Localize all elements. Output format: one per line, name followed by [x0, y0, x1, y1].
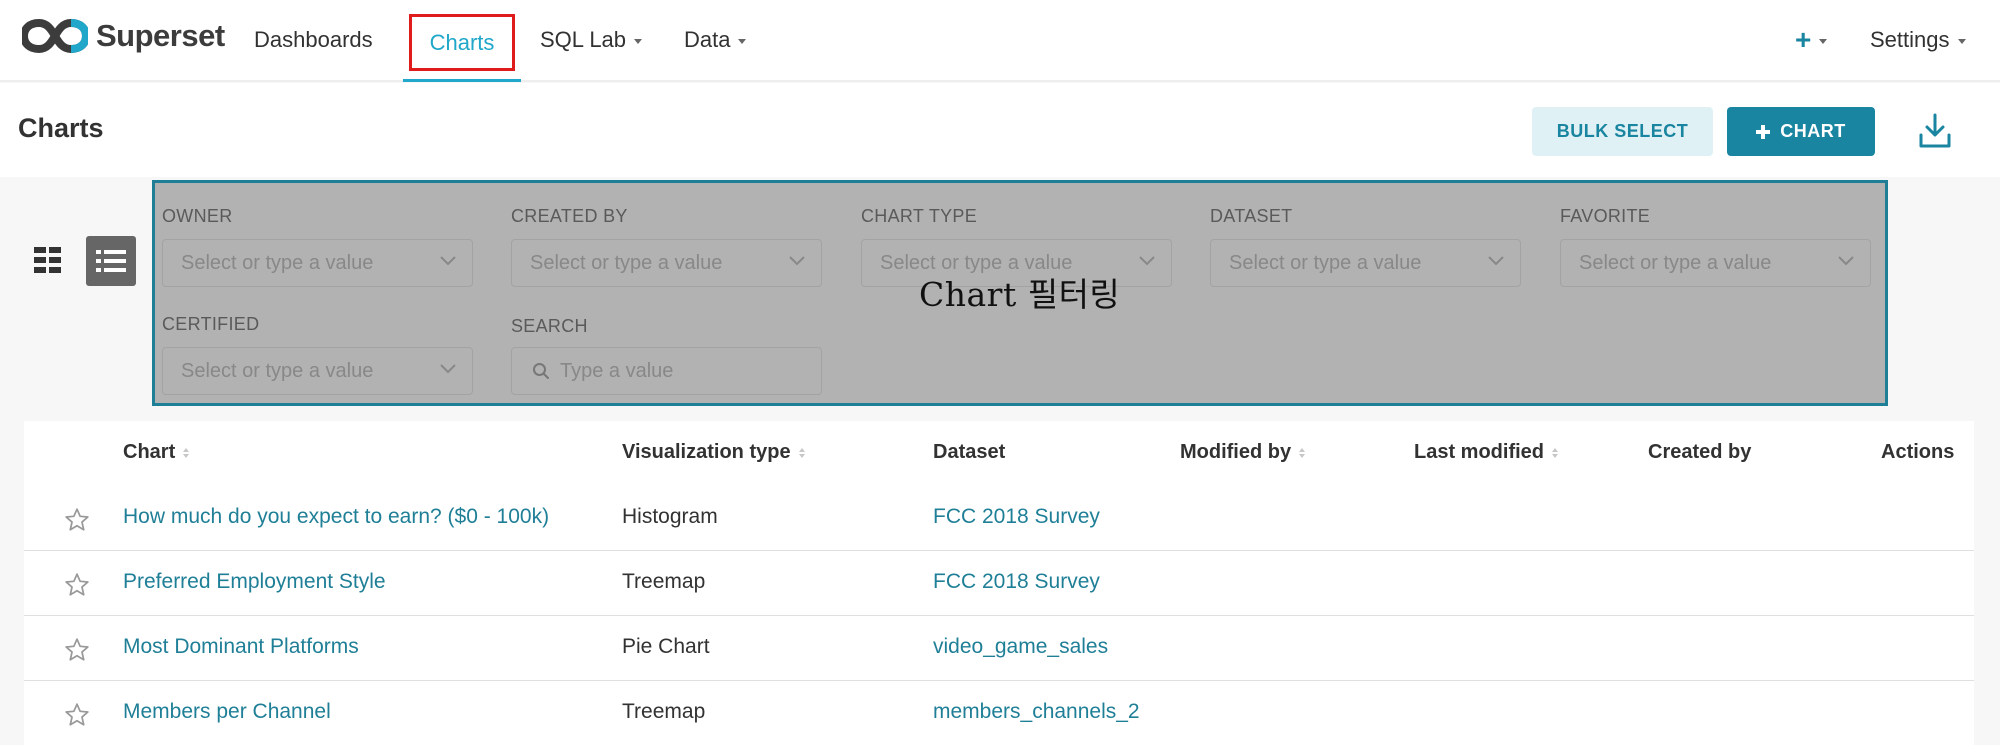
favorite-filter-label: FAVORITE [1560, 206, 1651, 226]
dataset-filter-placeholder: Select or type a value [1229, 251, 1422, 274]
list-view-toggle[interactable] [86, 236, 136, 286]
search-input-placeholder: Type a value [560, 359, 674, 382]
sort-icon [1552, 447, 1559, 458]
star-icon[interactable] [64, 572, 90, 598]
chart-name-link[interactable]: Most Dominant Platforms [123, 635, 359, 659]
search-icon [533, 363, 549, 379]
nav-charts[interactable]: Charts [403, 0, 521, 82]
table-row: How much do you expect to earn? ($0 - 10… [24, 486, 1974, 551]
table-row: Most Dominant Platforms Pie Chart video_… [24, 616, 1974, 681]
table-row: Preferred Employment Style Treemap FCC 2… [24, 551, 1974, 616]
nav-sql-lab-label: SQL Lab [540, 27, 627, 52]
nav-data[interactable]: Data [684, 27, 747, 53]
dataset-link[interactable]: video_game_sales [933, 635, 1108, 659]
new-menu-button[interactable]: + [1795, 24, 1828, 56]
column-header-actions-label: Actions [1881, 441, 1955, 463]
page-header: Charts BULK SELECT CHART [0, 83, 2000, 177]
dataset-link[interactable]: FCC 2018 Survey [933, 570, 1100, 594]
created-by-filter-select[interactable]: Select or type a value [511, 239, 822, 287]
chevron-down-icon [440, 256, 456, 266]
column-header-last-modified-label: Last modified [1414, 441, 1545, 463]
visualization-type: Pie Chart [622, 635, 710, 658]
sort-icon [1299, 447, 1306, 458]
superset-logo-icon [22, 19, 88, 53]
visualization-type: Treemap [622, 700, 706, 723]
dataset-filter-select[interactable]: Select or type a value [1210, 239, 1521, 287]
nav-data-label: Data [684, 27, 731, 52]
certified-filter-label: CERTIFIED [162, 314, 260, 334]
nav-dashboards-label: Dashboards [254, 27, 373, 52]
chevron-down-icon [1139, 256, 1155, 266]
top-navbar: Superset Dashboards Charts SQL Lab Data … [0, 0, 2000, 82]
chart-type-filter-label: CHART TYPE [861, 206, 978, 226]
column-header-chart[interactable]: Chart [123, 441, 190, 464]
column-header-chart-label: Chart [123, 441, 176, 463]
settings-menu[interactable]: Settings [1870, 27, 1966, 53]
chevron-down-icon [1488, 256, 1504, 266]
chevron-down-icon [440, 364, 456, 374]
annotation-caption: Chart 필터링 [919, 275, 1121, 314]
chevron-down-icon [1957, 38, 1966, 44]
favorite-filter-select[interactable]: Select or type a value [1560, 239, 1871, 287]
chevron-down-icon [1838, 256, 1854, 266]
star-icon[interactable] [64, 702, 90, 728]
favorite-filter-placeholder: Select or type a value [1579, 251, 1772, 274]
chart-name-link[interactable]: Preferred Employment Style [123, 570, 386, 594]
owner-filter-placeholder: Select or type a value [181, 251, 374, 274]
nav-dashboards[interactable]: Dashboards [254, 27, 373, 53]
settings-label: Settings [1870, 27, 1950, 52]
plus-icon: + [1795, 24, 1812, 55]
column-header-visualization-type[interactable]: Visualization type [622, 441, 805, 464]
column-header-visualization-type-label: Visualization type [622, 441, 791, 463]
column-header-created-by-label: Created by [1648, 441, 1752, 463]
card-view-toggle[interactable] [26, 236, 70, 284]
download-button[interactable] [1915, 109, 1955, 153]
certified-filter-select[interactable]: Select or type a value [162, 347, 473, 395]
table-row: Members per Channel Treemap members_chan… [24, 681, 1974, 745]
certified-filter-placeholder: Select or type a value [181, 359, 374, 382]
sort-icon [183, 447, 190, 458]
visualization-type: Treemap [622, 570, 706, 593]
chevron-down-icon [1819, 38, 1828, 44]
dataset-link[interactable]: members_channels_2 [933, 700, 1140, 724]
star-icon[interactable] [64, 507, 90, 533]
dataset-filter-label: DATASET [1210, 206, 1293, 226]
grid-icon [34, 247, 61, 273]
charts-table: Chart Visualization type Dataset Modifie… [24, 421, 1974, 745]
add-chart-button[interactable]: CHART [1727, 107, 1875, 156]
list-icon [96, 250, 126, 272]
star-icon[interactable] [64, 637, 90, 663]
column-header-actions: Actions [1881, 441, 1954, 464]
page-title: Charts [18, 113, 104, 143]
chart-name-link[interactable]: Members per Channel [123, 700, 331, 724]
chart-name-link[interactable]: How much do you expect to earn? ($0 - 10… [123, 505, 549, 529]
nav-charts-highlight: Charts [409, 14, 515, 71]
column-header-modified-by[interactable]: Modified by [1180, 441, 1306, 464]
column-header-modified-by-label: Modified by [1180, 441, 1292, 463]
search-input[interactable]: Type a value [511, 347, 822, 395]
dataset-link[interactable]: FCC 2018 Survey [933, 505, 1100, 529]
superset-logo[interactable]: Superset [22, 18, 225, 54]
plus-icon [1756, 124, 1771, 139]
column-header-last-modified[interactable]: Last modified [1414, 441, 1559, 464]
app-name: Superset [96, 18, 225, 53]
nav-charts-label: Charts [429, 29, 495, 55]
chevron-down-icon [789, 256, 805, 266]
chevron-down-icon [634, 38, 643, 44]
add-chart-label: CHART [1780, 121, 1846, 141]
owner-filter-label: OWNER [162, 206, 233, 226]
chevron-down-icon [738, 38, 747, 44]
column-header-dataset: Dataset [933, 441, 1005, 464]
nav-sql-lab[interactable]: SQL Lab [540, 27, 643, 53]
search-filter-label: SEARCH [511, 316, 588, 336]
column-header-created-by: Created by [1648, 441, 1751, 464]
created-by-filter-label: CREATED BY [511, 206, 628, 226]
owner-filter-select[interactable]: Select or type a value [162, 239, 473, 287]
download-icon [1919, 113, 1951, 148]
sort-icon [798, 447, 805, 458]
column-header-dataset-label: Dataset [933, 441, 1006, 463]
created-by-filter-placeholder: Select or type a value [530, 251, 723, 274]
visualization-type: Histogram [622, 505, 718, 528]
bulk-select-button[interactable]: BULK SELECT [1532, 107, 1713, 156]
